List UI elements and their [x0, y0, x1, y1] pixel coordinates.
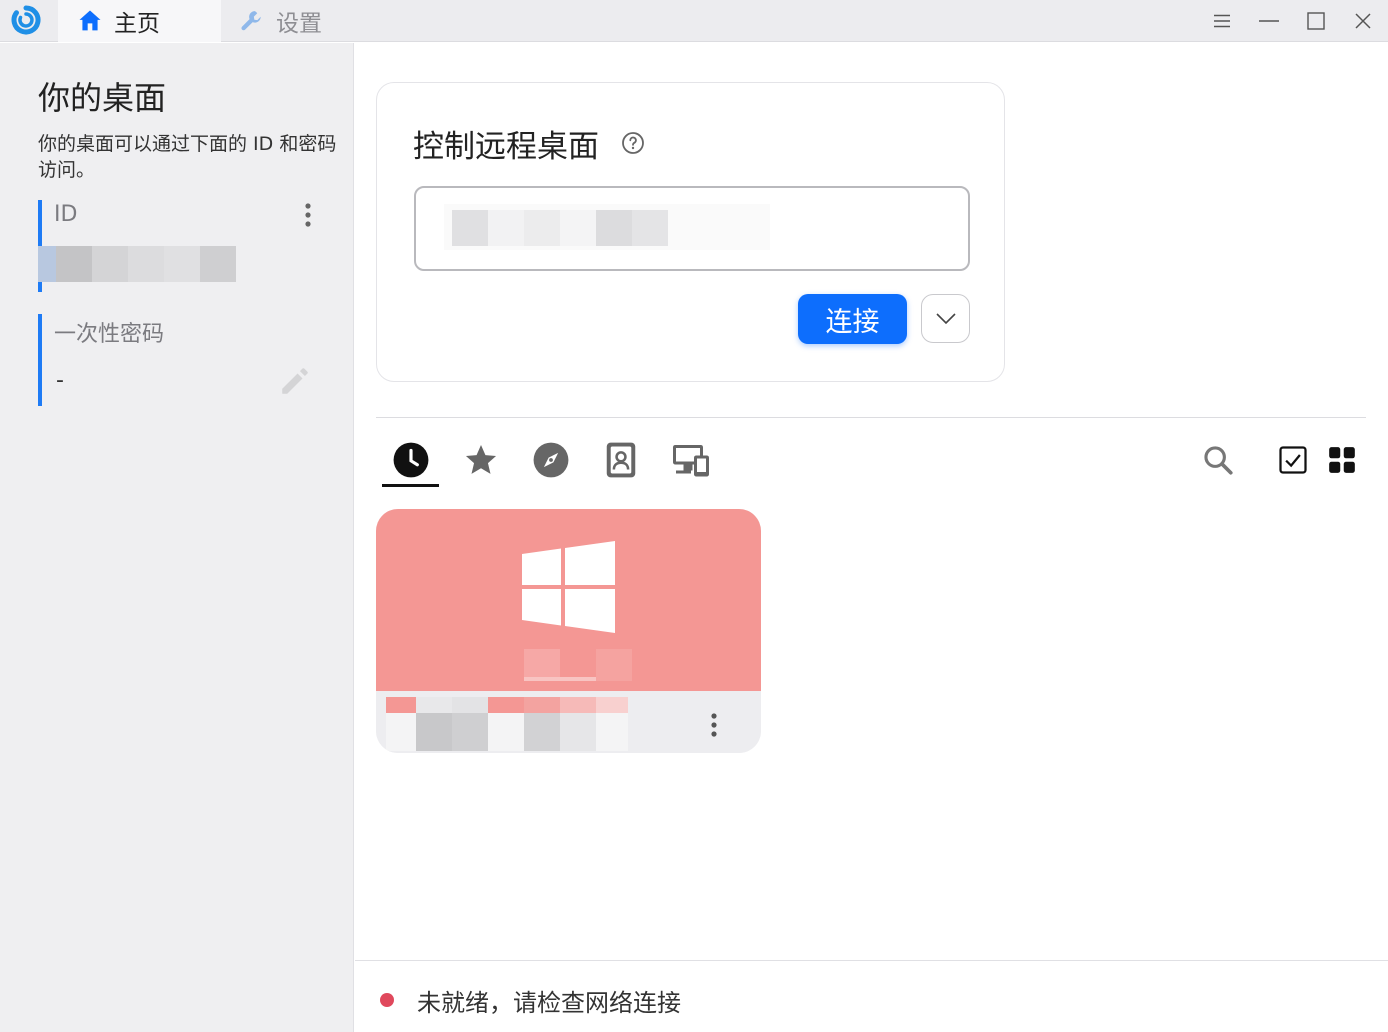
tab-settings[interactable]: 设置: [222, 0, 352, 42]
tab-favorites[interactable]: [459, 438, 503, 482]
control-remote-desktop-card: 控制远程桌面 连接: [376, 82, 1005, 382]
rustdesk-logo-icon: [11, 5, 41, 35]
minimize-button[interactable]: [1254, 6, 1284, 36]
discovered-compass-icon: [533, 442, 569, 478]
windows-logo-icon: [522, 541, 615, 633]
one-time-password-label: 一次性密码: [54, 322, 165, 347]
peer-more-icon[interactable]: [710, 712, 718, 738]
id-label: ID: [54, 202, 78, 227]
wrench-icon: [241, 11, 261, 31]
maximize-icon: [1307, 12, 1325, 30]
your-desktop-description: 你的桌面可以通过下面的 ID 和密码访问。: [38, 133, 337, 181]
chevron-down-icon: [935, 312, 956, 324]
menu-button[interactable]: [1207, 6, 1237, 36]
maximize-button[interactable]: [1301, 6, 1331, 36]
status-text: 未就绪，请检查网络连接: [417, 989, 681, 1017]
tab-address-book[interactable]: [599, 438, 643, 482]
remote-id-input[interactable]: [414, 186, 970, 271]
section-divider: [376, 417, 1366, 418]
title-bar: 主页 设置: [0, 0, 1388, 42]
minimize-icon: [1259, 20, 1279, 22]
menu-icon: [1214, 14, 1230, 28]
tab-recent-sessions[interactable]: [389, 438, 433, 482]
id-value-redacted[interactable]: [38, 246, 236, 282]
id-section: ID: [38, 200, 328, 292]
connect-button[interactable]: 连接: [798, 294, 907, 344]
group-devices-icon: [673, 445, 709, 477]
one-time-password-section: 一次性密码 -: [38, 314, 328, 406]
home-icon: [79, 10, 101, 31]
tab-home-label: 主页: [114, 11, 160, 37]
select-checkbox-icon: [1279, 446, 1307, 474]
address-book-icon: [606, 442, 636, 478]
peer-hostname-redacted: [524, 649, 632, 683]
peer-card-preview: [376, 509, 761, 691]
help-icon[interactable]: [621, 131, 645, 155]
peer-card[interactable]: [376, 509, 761, 753]
peer-card-footer: [376, 691, 761, 753]
status-bar: 未就绪，请检查网络连接: [355, 960, 1388, 1032]
search-button[interactable]: [1200, 442, 1236, 478]
select-mode-button[interactable]: [1275, 442, 1311, 478]
edit-pencil-icon[interactable]: [278, 364, 312, 398]
one-time-password-value: -: [56, 368, 64, 393]
grid-view-button[interactable]: [1324, 442, 1360, 478]
favorites-star-icon: [465, 444, 497, 474]
grid-view-icon: [1329, 447, 1355, 473]
your-desktop-title: 你的桌面: [38, 79, 167, 117]
close-icon: [1355, 13, 1371, 29]
close-button[interactable]: [1348, 6, 1378, 36]
search-icon: [1204, 446, 1233, 475]
tab-settings-label: 设置: [276, 11, 322, 37]
your-desktop-panel: 你的桌面 你的桌面可以通过下面的 ID 和密码访问。 ID 一次性密码 -: [0, 43, 354, 1032]
tab-home[interactable]: 主页: [58, 0, 221, 42]
peer-id-redacted: [386, 697, 628, 753]
control-remote-desktop-title: 控制远程桌面: [413, 129, 599, 165]
tab-discovered[interactable]: [529, 438, 573, 482]
tab-group[interactable]: [669, 438, 713, 482]
status-indicator-dot: [380, 993, 394, 1007]
active-tab-indicator: [382, 484, 439, 487]
remote-id-redacted: [444, 204, 770, 250]
id-more-icon[interactable]: [304, 202, 312, 228]
connect-options-dropdown[interactable]: [921, 294, 970, 343]
recent-clock-icon: [393, 442, 429, 478]
